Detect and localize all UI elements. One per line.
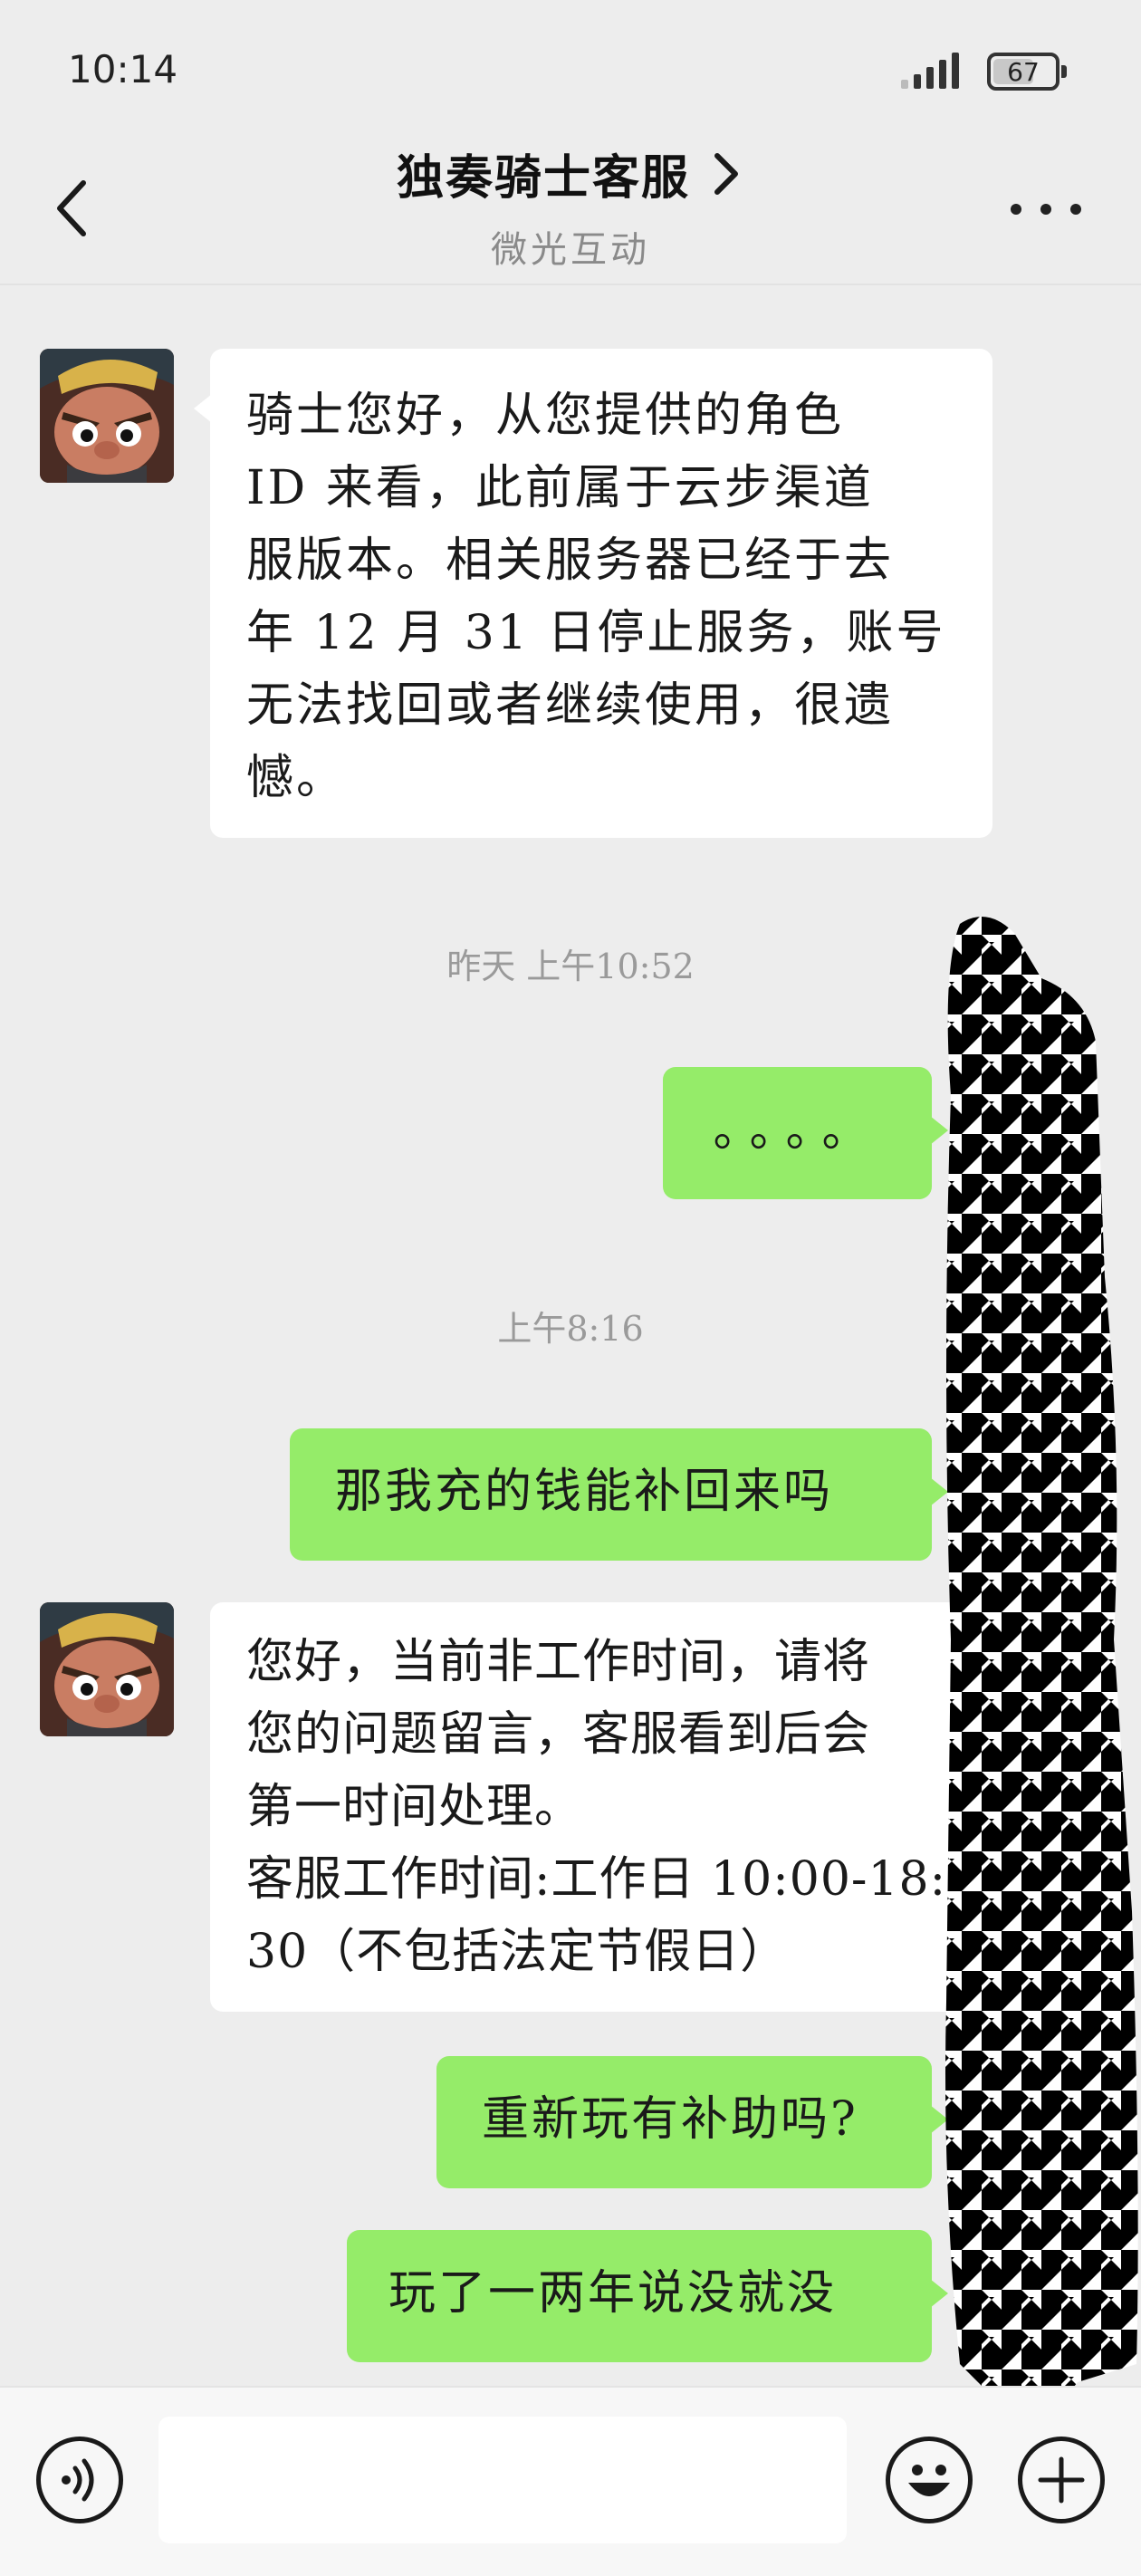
chat-title: 独奏骑士客服 <box>396 150 690 206</box>
message-bubble-outgoing[interactable]: 那我充的钱能补回来吗 <box>290 1428 948 1561</box>
voice-button[interactable] <box>36 2437 123 2523</box>
message-input[interactable] <box>158 2417 847 2543</box>
message-text: 。。。。 <box>713 1103 882 1158</box>
chevron-right-icon <box>714 152 738 195</box>
battery-percentage: 67 <box>1007 56 1040 87</box>
emoji-button[interactable] <box>886 2437 973 2523</box>
service-avatar[interactable] <box>40 1602 174 1736</box>
chat-subtitle: 微光互动 <box>491 229 650 271</box>
redaction-overlay <box>945 917 1138 2411</box>
plus-button[interactable] <box>1018 2437 1105 2523</box>
battery-icon: 67 <box>987 53 1067 91</box>
message-text: 玩了一两年说没就没 <box>388 2266 838 2321</box>
message-bubble-outgoing[interactable]: 玩了一两年说没就没 <box>347 2230 948 2362</box>
nav-bar: 独奏骑士客服 微光互动 <box>0 136 1141 285</box>
chat-title-button[interactable]: 独奏骑士客服 <box>397 139 744 207</box>
service-avatar[interactable] <box>40 349 174 483</box>
message-bubble-incoming[interactable]: 您好，当前非工作时间，请将 您的问题留言，客服看到后会 第一时间处理。 客服工作… <box>210 1602 992 2012</box>
message-text: 您好，当前非工作时间，请将 您的问题留言，客服看到后会 第一时间处理。 客服工作… <box>246 1635 947 1979</box>
status-bar: 10:14 67 <box>0 0 1141 136</box>
message-bubble-outgoing[interactable]: 重新玩有补助吗? <box>436 2056 948 2188</box>
message-bubble-incoming[interactable]: 骑士您好，从您提供的角色 ID 来看，此前属于云步渠道 服版本。相关服务器已经于… <box>194 349 992 838</box>
message-text: 重新玩有补助吗? <box>482 2092 858 2147</box>
nav-divider <box>0 284 1141 285</box>
knight-avatar-image <box>40 1602 174 1736</box>
plus-icon <box>1038 2456 1085 2504</box>
input-bar <box>0 2386 1141 2576</box>
nav-title-area: 独奏骑士客服 微光互动 <box>0 136 1141 273</box>
message-text: 那我充的钱能补回来吗 <box>335 1465 834 1519</box>
knight-avatar-image <box>40 349 174 483</box>
signal-icon <box>901 47 973 89</box>
emoji-icon <box>908 2465 950 2496</box>
message-text: 骑士您好，从您提供的角色 ID 来看，此前属于云步渠道 服版本。相关服务器已经于… <box>246 389 946 805</box>
more-icon[interactable] <box>1005 190 1087 226</box>
message-bubble-outgoing[interactable]: 。。。。 <box>663 1067 948 1199</box>
status-time: 10:14 <box>68 47 178 91</box>
voice-icon <box>62 2458 94 2502</box>
